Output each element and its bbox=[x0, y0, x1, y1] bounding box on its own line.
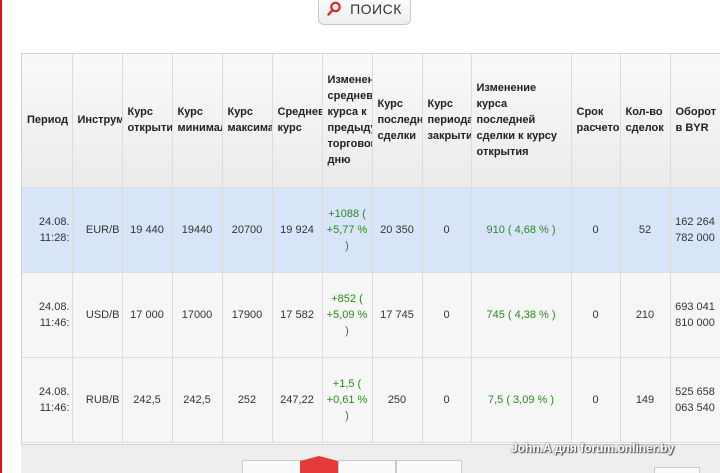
cell-last-deal: 20 350 bbox=[372, 187, 423, 273]
header-deal-count[interactable]: Кол-во сделок bbox=[620, 54, 671, 188]
cell-close-rate: 0 bbox=[422, 187, 472, 273]
header-max-rate[interactable]: Курс максимальный bbox=[222, 54, 273, 188]
cell-last-deal-change: 910 ( 4,68 % ) bbox=[471, 187, 572, 273]
quotes-table: Период Инструмент Курс открытия Курс мин… bbox=[22, 54, 720, 443]
cell-min-rate: 17000 bbox=[172, 272, 223, 358]
header-settlement-term[interactable]: Срок расчетов bbox=[571, 54, 621, 188]
cell-period: 24.08. 11:28: bbox=[22, 187, 73, 273]
cell-weighted-avg: 247,22 bbox=[272, 357, 323, 443]
cell-deal-count: 210 bbox=[620, 272, 671, 358]
cell-weighted-avg: 17 582 bbox=[272, 272, 323, 358]
header-period[interactable]: Период bbox=[22, 54, 73, 188]
cell-last-deal: 17 745 bbox=[372, 272, 423, 358]
table-header-row: Период Инструмент Курс открытия Курс мин… bbox=[22, 54, 720, 188]
cell-period: 24.08. 11:46: bbox=[22, 357, 73, 443]
search-button[interactable]: ПОИСК bbox=[318, 0, 411, 25]
pagination-prev-button[interactable] bbox=[242, 460, 304, 473]
header-instrument[interactable]: Инструмент bbox=[72, 54, 123, 188]
quotes-table-frame: Период Инструмент Курс открытия Курс мин… bbox=[21, 53, 720, 445]
cell-instrument: USD/B bbox=[72, 272, 123, 358]
table-row[interactable]: 24.08. 11:28: EUR/B 19 440 19440 20700 1… bbox=[22, 187, 720, 273]
cell-max-rate: 17900 bbox=[222, 272, 273, 358]
cell-weighted-avg-change: +1088 ( +5,77 % ) bbox=[322, 187, 373, 273]
cell-close-rate: 0 bbox=[422, 357, 472, 443]
cell-close-rate: 0 bbox=[422, 272, 472, 358]
header-close-rate[interactable]: Курс периода закрытия bbox=[422, 54, 472, 188]
cell-settlement-term: 0 bbox=[571, 272, 621, 358]
header-min-rate[interactable]: Курс минимальный bbox=[172, 54, 223, 188]
header-open-rate[interactable]: Курс открытия bbox=[122, 54, 173, 188]
cell-instrument: RUB/B bbox=[72, 357, 123, 443]
pagination-next-button[interactable] bbox=[396, 460, 462, 473]
cell-open-rate: 19 440 bbox=[122, 187, 173, 273]
cell-turnover: 525 658 063 540 bbox=[670, 357, 720, 443]
search-button-label: ПОИСК bbox=[350, 0, 402, 17]
cell-min-rate: 19440 bbox=[172, 187, 223, 273]
cell-last-deal-change: 7,5 ( 3,09 % ) bbox=[471, 357, 572, 443]
cell-last-deal: 250 bbox=[372, 357, 423, 443]
cell-period: 24.08. 11:46: bbox=[22, 272, 73, 358]
header-last-deal-change[interactable]: Изменение курса последней сделки к курсу… bbox=[471, 54, 572, 188]
cell-turnover: 162 264 782 000 bbox=[670, 187, 720, 273]
cell-weighted-avg: 19 924 bbox=[272, 187, 323, 273]
cell-settlement-term: 0 bbox=[571, 357, 621, 443]
page-size-select[interactable] bbox=[654, 467, 700, 473]
cell-instrument: EUR/B bbox=[72, 187, 123, 273]
header-turnover[interactable]: Оборот в BYR bbox=[670, 54, 720, 188]
cell-max-rate: 20700 bbox=[222, 187, 273, 273]
cell-max-rate: 252 bbox=[222, 357, 273, 443]
header-weighted-avg-rate[interactable]: Средневзвешенный курс bbox=[272, 54, 323, 188]
cell-deal-count: 149 bbox=[620, 357, 671, 443]
cell-weighted-avg-change: +852 ( +5,09 % ) bbox=[322, 272, 373, 358]
table-row[interactable]: 24.08. 11:46: RUB/B 242,5 242,5 252 247,… bbox=[22, 357, 720, 443]
cell-min-rate: 242,5 bbox=[172, 357, 223, 443]
cell-settlement-term: 0 bbox=[571, 187, 621, 273]
search-icon bbox=[327, 1, 342, 16]
cell-weighted-avg-change: +1,5 ( +0,61 % ) bbox=[322, 357, 373, 443]
pagination-page-button[interactable] bbox=[338, 460, 396, 473]
cell-open-rate: 17 000 bbox=[122, 272, 173, 358]
header-last-deal-rate[interactable]: Курс последней сделки bbox=[372, 54, 423, 188]
left-edge-rule bbox=[0, 0, 2, 473]
cell-turnover: 693 041 810 000 bbox=[670, 272, 720, 358]
cell-deal-count: 52 bbox=[620, 187, 671, 273]
header-weighted-avg-change[interactable]: Изменение средневзвешенного курса к пред… bbox=[322, 54, 373, 188]
cell-open-rate: 242,5 bbox=[122, 357, 173, 443]
cell-last-deal-change: 745 ( 4,38 % ) bbox=[471, 272, 572, 358]
forum-watermark: John.A для forum.onliner.by bbox=[511, 441, 675, 455]
table-row[interactable]: 24.08. 11:46: USD/B 17 000 17000 17900 1… bbox=[22, 272, 720, 358]
